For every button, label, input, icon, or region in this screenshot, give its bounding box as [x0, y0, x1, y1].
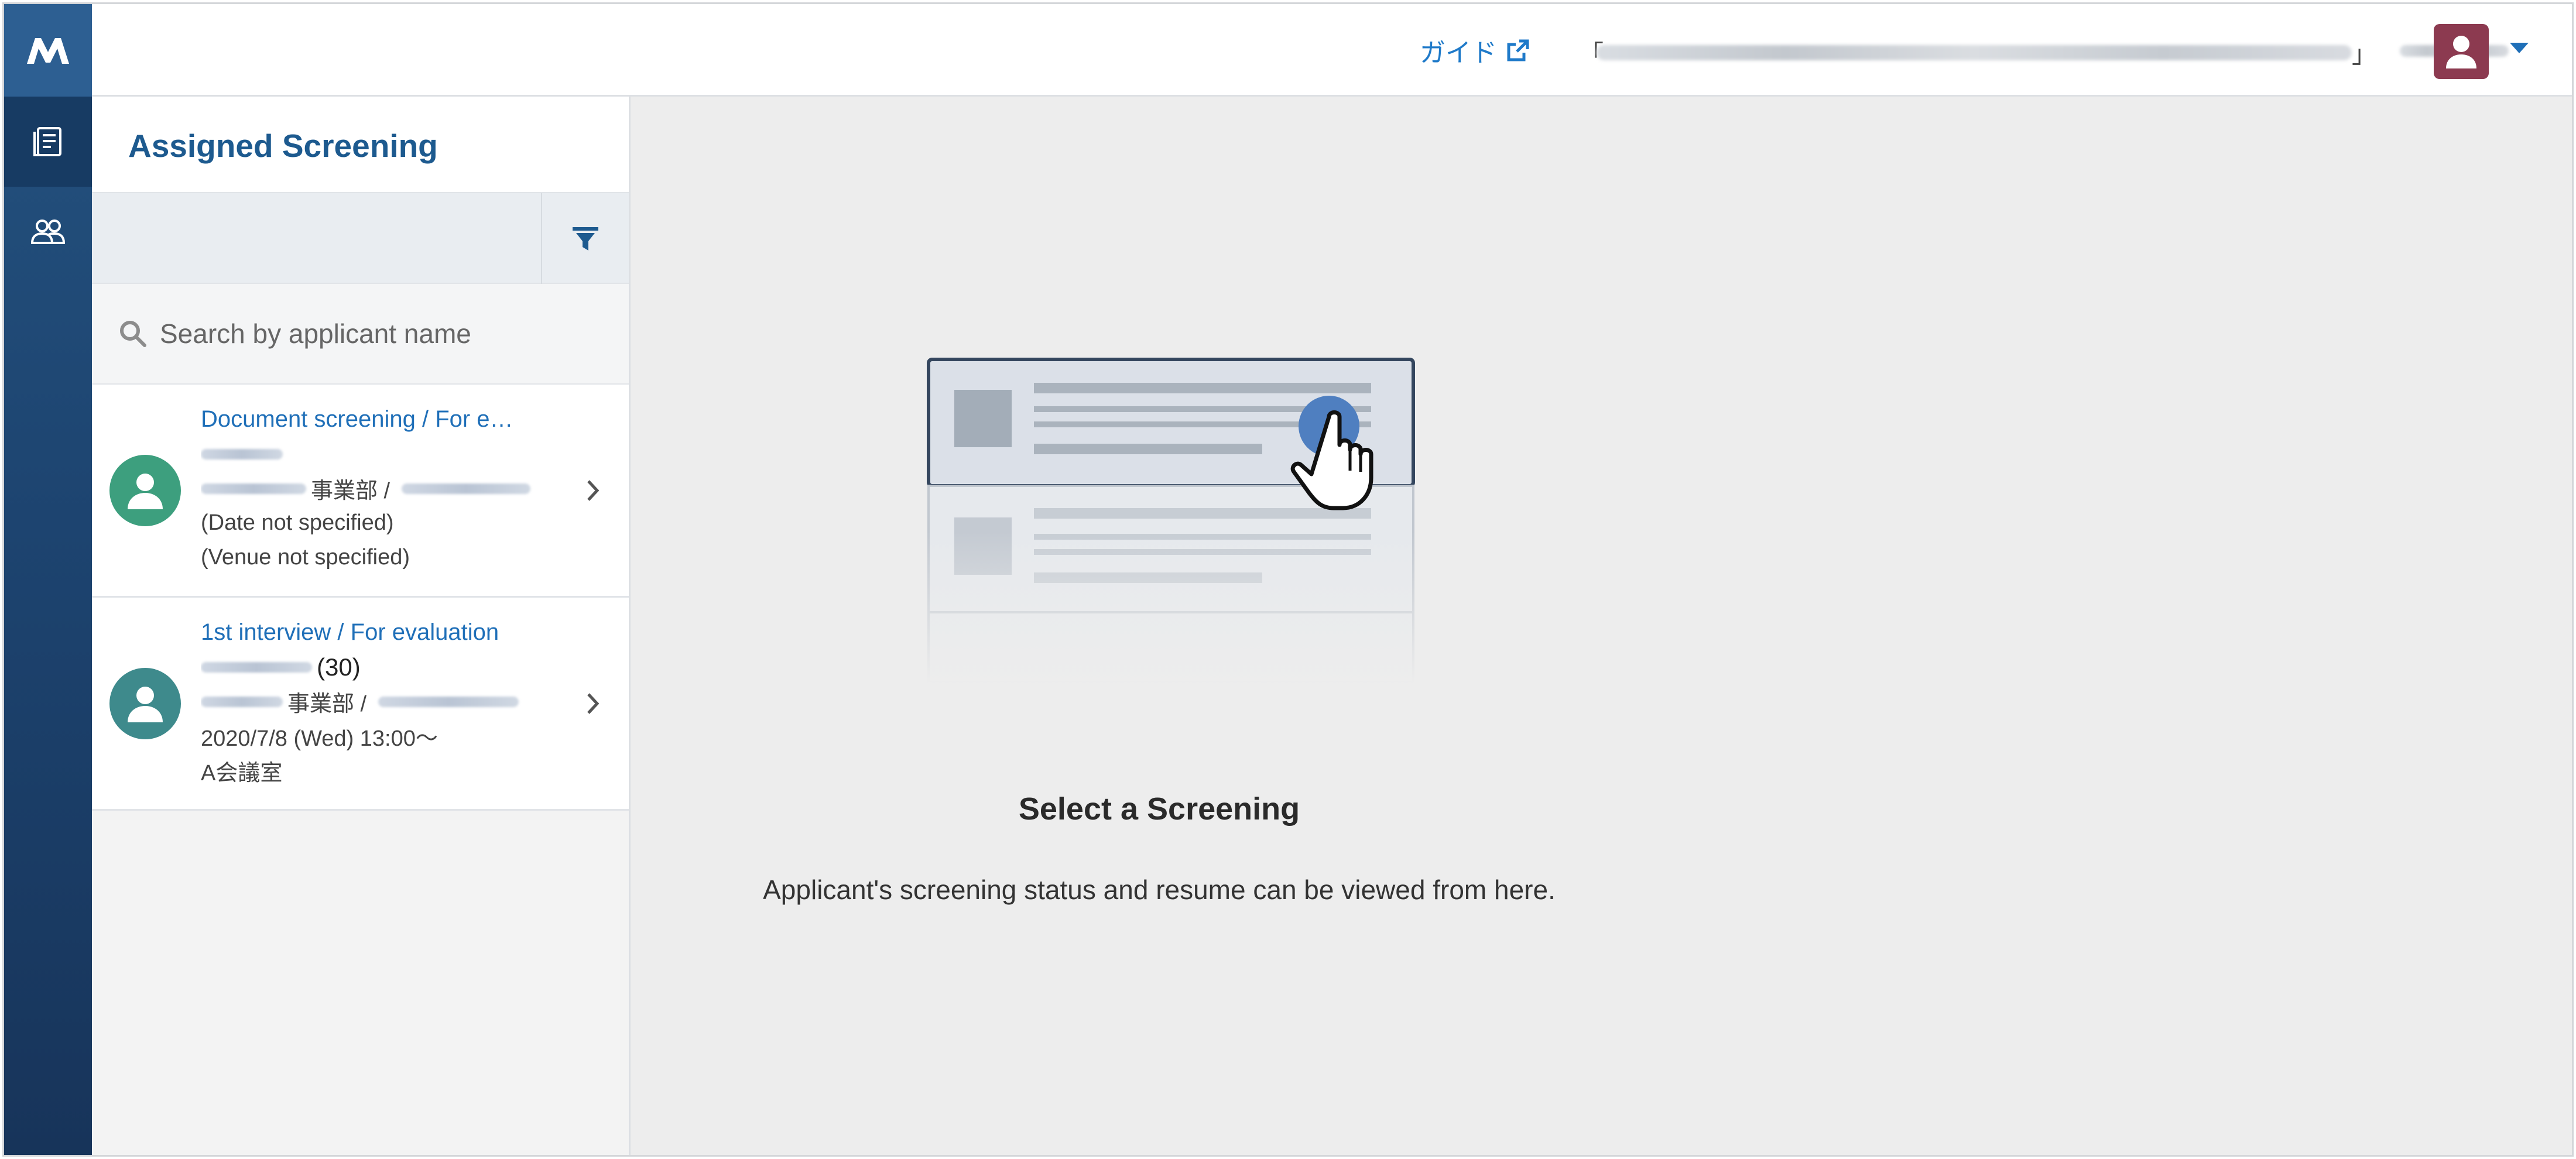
applicant-name-redacted	[201, 437, 540, 471]
applicant-avatar	[109, 455, 181, 526]
screening-venue: (Venue not specified)	[201, 545, 410, 570]
applicant-details: 1st interview / For evaluation (30) 事業部 …	[201, 615, 540, 788]
person-icon	[128, 687, 163, 722]
document-list-icon	[33, 127, 61, 156]
select-list-illustration	[925, 358, 1417, 684]
main-content: Select a Screening Applicant's screening…	[632, 98, 2572, 1155]
search-icon	[118, 318, 148, 349]
filter-icon	[573, 227, 598, 251]
applicant-card[interactable]: 1st interview / For evaluation (30) 事業部 …	[92, 598, 629, 811]
applicant-name-age: (30)	[201, 650, 540, 684]
panel-header: Assigned Screening	[92, 97, 629, 193]
applicant-department: 事業部 /	[201, 471, 540, 506]
screening-stage: 1st interview / For evaluation	[201, 619, 499, 645]
org-name-close-bracket: 」	[2352, 40, 2377, 68]
screening-list-panel: Assigned Screening Search by applicant n…	[92, 97, 631, 1155]
search-input[interactable]	[160, 318, 581, 349]
user-menu-caret[interactable]	[2510, 43, 2529, 53]
panel-title: Assigned Screening	[128, 128, 438, 164]
person-icon	[128, 474, 163, 509]
applicant-details: Document screening / For e… 事業部 / (Date …	[201, 402, 540, 575]
user-icon	[2446, 36, 2476, 68]
filter-button[interactable]	[541, 193, 629, 284]
nav-screening[interactable]	[4, 97, 92, 187]
app-logo[interactable]	[4, 4, 92, 97]
department-suffix: 事業部 /	[287, 692, 367, 716]
applicant-age: (30)	[317, 653, 361, 681]
top-bar: ガイド 「 」	[92, 4, 2572, 97]
empty-state-subtitle: Applicant's screening status and resume …	[763, 875, 1556, 905]
nav-applicants[interactable]	[4, 187, 92, 277]
logo-icon	[27, 38, 69, 64]
screening-stage: Document screening / For e…	[201, 406, 513, 432]
external-link-icon	[1507, 39, 1529, 61]
screening-venue: A会議室	[201, 761, 283, 786]
guide-link[interactable]: ガイド	[1420, 30, 1531, 71]
screening-date: 2020/7/8 (Wed) 13:00～	[201, 726, 438, 751]
guide-label: ガイド	[1420, 39, 1497, 67]
people-icon	[30, 220, 66, 244]
chevron-right-icon	[587, 693, 600, 714]
app-window: ガイド 「 」 Assigned Screening Search by app…	[2, 2, 2574, 1157]
screening-date: (Date not specified)	[201, 510, 394, 535]
applicant-card[interactable]: Document screening / For e… 事業部 / (Date …	[92, 385, 629, 598]
org-name-redacted	[1597, 45, 2352, 60]
applicant-department: 事業部 /	[201, 684, 540, 719]
user-avatar[interactable]	[2434, 24, 2489, 79]
applicant-avatar	[109, 668, 181, 739]
nav-rail	[4, 4, 92, 1155]
filter-bar	[92, 193, 629, 284]
search-row	[92, 284, 629, 385]
chevron-right-icon	[587, 480, 600, 501]
empty-state-title: Select a Screening	[1018, 791, 1300, 827]
department-suffix: 事業部 /	[311, 479, 390, 503]
